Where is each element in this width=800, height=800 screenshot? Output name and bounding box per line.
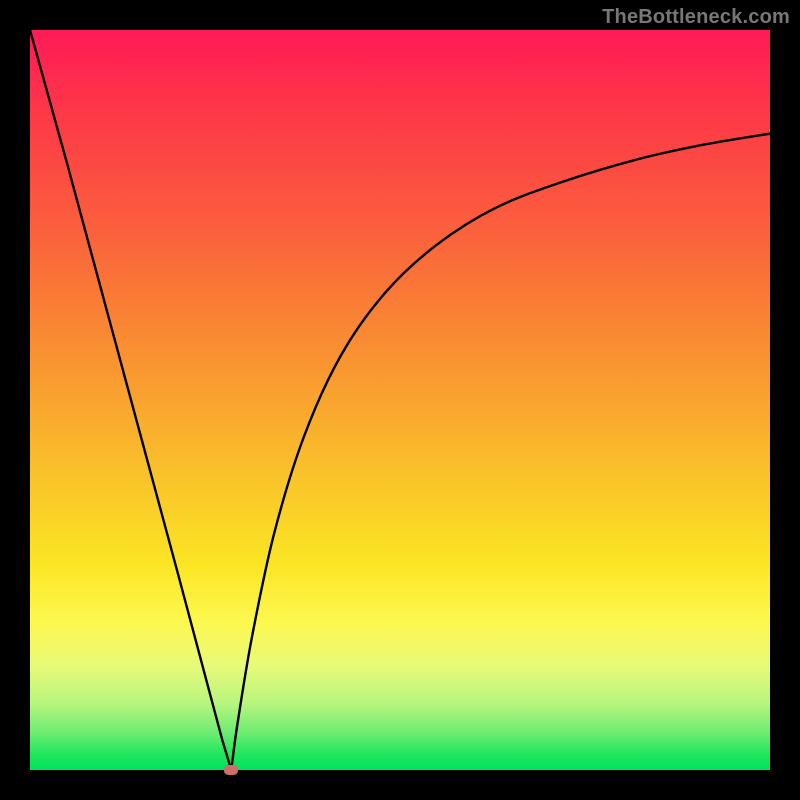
curve-layer xyxy=(30,30,770,770)
minimum-marker xyxy=(224,765,238,775)
curve-right-branch xyxy=(231,134,770,770)
watermark-text: TheBottleneck.com xyxy=(602,6,790,29)
plot-area xyxy=(30,30,770,770)
chart-frame: TheBottleneck.com xyxy=(0,0,800,800)
curve-left-branch xyxy=(30,30,231,770)
